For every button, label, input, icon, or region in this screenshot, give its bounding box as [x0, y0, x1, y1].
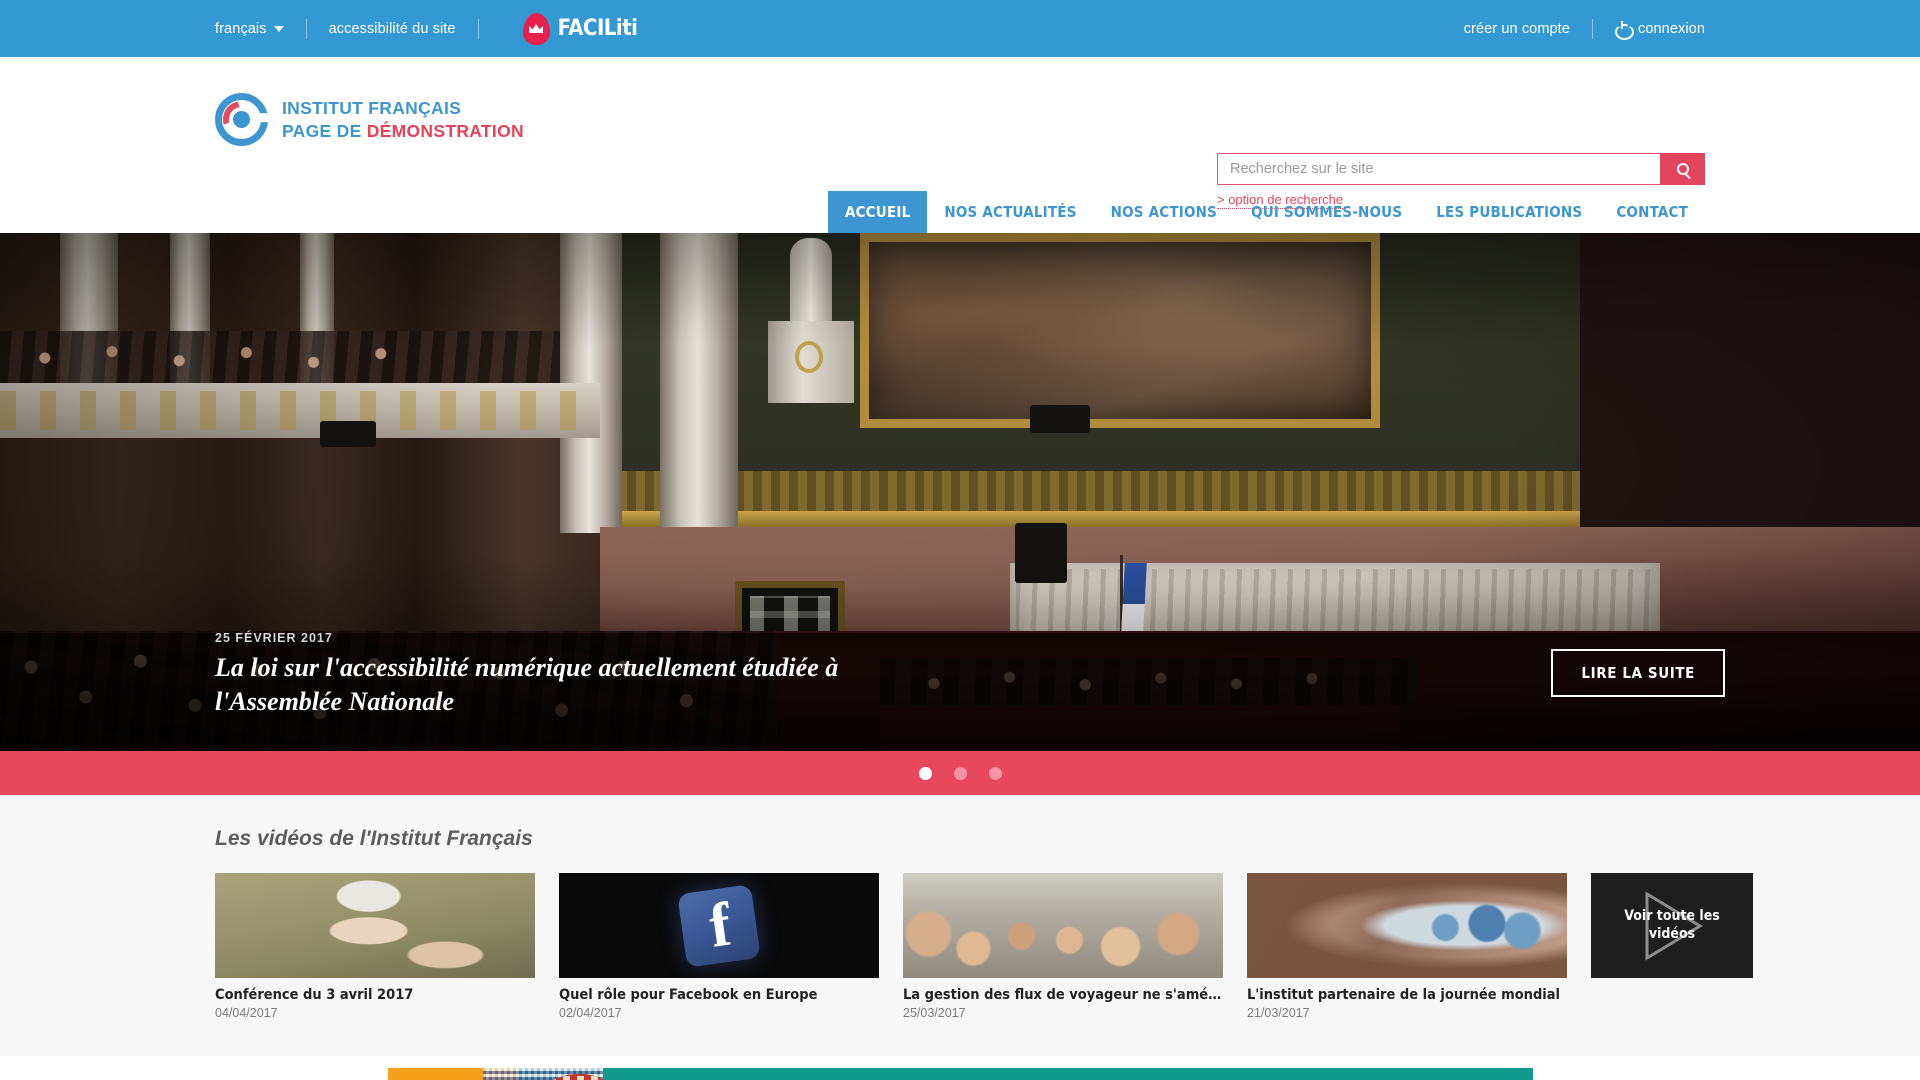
video-meta-2: Quel rôle pour Facebook en Europe 02/04/… — [559, 978, 879, 1020]
video-thumbnail-1 — [215, 873, 535, 978]
video-thumbnail-3 — [903, 873, 1223, 978]
video-date-1: 04/04/2017 — [215, 1006, 278, 1020]
site-logo[interactable]: INSTITUT FRANÇAIS PAGE DE DÉMONSTRATION — [215, 93, 524, 146]
banner-zone: L'AFRIQUE du 12 JUIN 2017 — [0, 1056, 1920, 1080]
video-title-2: Quel rôle pour Facebook en Europe — [559, 987, 818, 1003]
video-meta-4: L'institut partenaire de la journée mond… — [1247, 978, 1567, 1020]
language-selector[interactable]: français — [215, 21, 284, 37]
video-card-3[interactable]: La gestion des flux de voyageur ne s'amé… — [903, 873, 1223, 1020]
videos-container: Les vidéos de l'Institut Français Confér… — [215, 827, 1753, 1020]
hero-read-more-button[interactable]: LIRE LA SUITE — [1551, 649, 1725, 697]
accessibility-link[interactable]: accessibilité du site — [329, 21, 456, 37]
video-card-1[interactable]: Conférence du 3 avril 2017 04/04/2017 — [215, 873, 535, 1020]
brand-line-2: PAGE DE DÉMONSTRATION — [282, 121, 524, 142]
institut-target-logo-icon — [215, 93, 268, 146]
create-account-link[interactable]: créer un compte — [1464, 21, 1570, 37]
hero-title: La loi sur l'accessibilité numérique act… — [215, 653, 839, 717]
video-date-3: 25/03/2017 — [903, 1006, 966, 1020]
slider-dot-2[interactable] — [953, 766, 967, 780]
video-date-2: 02/04/2017 — [559, 1006, 622, 1020]
main-navigation: ACCUEIL NOS ACTUALITÉS NOS ACTIONS QUI S… — [0, 191, 1920, 233]
login-link[interactable]: connexion — [1615, 21, 1705, 37]
login-label: connexion — [1637, 20, 1705, 37]
faciliti-wordmark: FACILiti — [557, 16, 638, 41]
nav-item-nos-actions[interactable]: NOS ACTIONS — [1094, 191, 1234, 233]
view-all-videos-label: Voir toute les vidéos — [1624, 908, 1720, 942]
video-meta-3: La gestion des flux de voyageur ne s'amé… — [903, 978, 1223, 1020]
search-icon — [1676, 163, 1689, 175]
video-date-4: 21/03/2017 — [1247, 1006, 1310, 1020]
facebook-logo-icon: f — [677, 883, 761, 968]
view-all-videos-button[interactable]: Voir toute les vidéos — [1591, 873, 1753, 978]
language-label: français — [215, 20, 267, 37]
divider — [305, 18, 307, 39]
hero-slider: 25 FÉVRIER 2017 La loi sur l'accessibili… — [0, 233, 1920, 751]
videos-grid: Conférence du 3 avril 2017 04/04/2017 f … — [215, 873, 1753, 1020]
hero-date: 25 FÉVRIER 2017 — [215, 631, 333, 646]
nav-item-nos-actualites[interactable]: NOS ACTUALITÉS — [927, 191, 1093, 233]
divider — [1591, 18, 1593, 39]
power-icon — [1615, 21, 1630, 36]
video-card-4[interactable]: L'institut partenaire de la journée mond… — [1247, 873, 1567, 1020]
video-thumbnail-4 — [1247, 873, 1567, 978]
site-header: INSTITUT FRANÇAIS PAGE DE DÉMONSTRATION … — [0, 57, 1920, 233]
video-card-2[interactable]: f Quel rôle pour Facebook en Europe 02/0… — [559, 873, 879, 1020]
brand-line-1: INSTITUT FRANÇAIS — [282, 97, 462, 118]
chevron-down-icon — [273, 25, 284, 32]
divider — [477, 18, 479, 39]
topbar-left-group: français accessibilité du site FACILiti — [215, 0, 638, 57]
top-utility-bar: français accessibilité du site FACILiti … — [0, 0, 1920, 57]
videos-section: Les vidéos de l'Institut Français Confér… — [0, 795, 1920, 1056]
videos-section-title: Les vidéos de l'Institut Français — [215, 827, 533, 850]
hero-caption: 25 FÉVRIER 2017 La loi sur l'accessibili… — [215, 631, 895, 719]
nav-item-qui-sommes-nous[interactable]: QUI SOMMES-NOUS — [1234, 191, 1419, 233]
brand-text: INSTITUT FRANÇAIS PAGE DE DÉMONSTRATION — [282, 97, 524, 143]
search-row — [1217, 153, 1705, 185]
faciliti-logo[interactable]: FACILiti — [522, 12, 638, 45]
search-submit-button[interactable] — [1660, 153, 1705, 185]
video-thumbnail-2: f — [559, 873, 879, 978]
slider-dot-3[interactable] — [988, 766, 1002, 780]
hero-slider-pagination — [0, 751, 1920, 795]
slider-dot-1[interactable] — [918, 766, 932, 780]
nav-item-les-publications[interactable]: LES PUBLICATIONS — [1419, 191, 1599, 233]
search-input[interactable] — [1217, 153, 1660, 185]
video-title-1: Conférence du 3 avril 2017 — [215, 987, 414, 1003]
nav-item-accueil[interactable]: ACCUEIL — [827, 191, 928, 233]
topbar-right-group: créer un compte connexion — [1464, 0, 1705, 57]
video-title-4: L'institut partenaire de la journée mond… — [1247, 987, 1561, 1003]
nav-item-contact[interactable]: CONTACT — [1599, 191, 1705, 233]
faciliti-crown-icon — [522, 12, 550, 45]
promo-banner-afrique[interactable]: L'AFRIQUE du 12 JUIN 2017 — [387, 1068, 1533, 1080]
video-meta-1: Conférence du 3 avril 2017 04/04/2017 — [215, 978, 535, 1020]
video-title-3: La gestion des flux de voyageur ne s'amé… — [903, 987, 1223, 1003]
